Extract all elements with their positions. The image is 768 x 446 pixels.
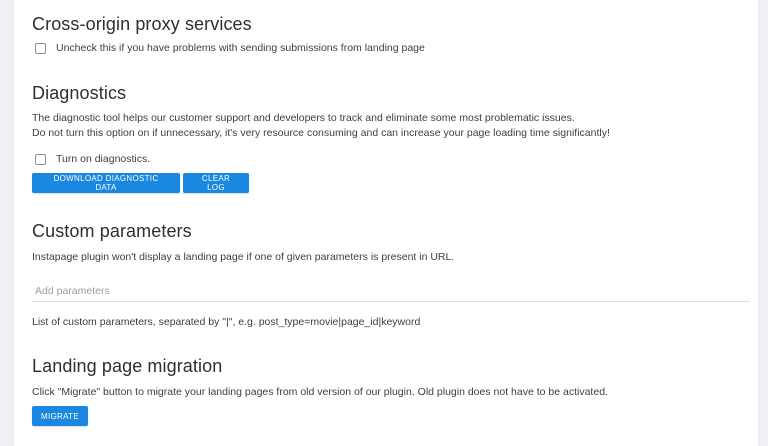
migration-section-title: Landing page migration	[32, 356, 223, 376]
custom-parameters-hint: List of custom parameters, separated by …	[32, 316, 421, 328]
settings-panel: Cross-origin proxy services Uncheck this…	[14, 0, 758, 446]
diagnostics-checkbox-row[interactable]: Turn on diagnostics.	[35, 153, 150, 165]
migrate-button[interactable]: Migrate	[32, 406, 88, 426]
proxy-checkbox-label: Uncheck this if you have problems with s…	[56, 42, 425, 54]
clear-log-button[interactable]: Clear log	[183, 173, 249, 193]
proxy-checkbox[interactable]	[35, 42, 46, 54]
custom-parameters-description: Instapage plugin won't display a landing…	[32, 251, 455, 263]
custom-parameters-section-title: Custom parameters	[32, 221, 192, 241]
diagnostics-description-line2: Do not turn this option on if unnecessar…	[32, 127, 610, 139]
proxy-checkbox-row[interactable]: Uncheck this if you have problems with s…	[35, 42, 425, 54]
download-diagnostic-data-button[interactable]: Download diagnostic data	[32, 173, 180, 193]
diagnostics-description-line1: The diagnostic tool helps our customer s…	[32, 112, 575, 124]
migration-description: Click "Migrate" button to migrate your l…	[32, 386, 608, 398]
custom-parameters-input[interactable]	[32, 281, 750, 302]
diagnostics-section-title: Diagnostics	[32, 83, 127, 103]
diagnostics-checkbox-label: Turn on diagnostics.	[56, 153, 151, 165]
proxy-section-title: Cross-origin proxy services	[32, 14, 252, 34]
diagnostics-checkbox[interactable]	[35, 153, 46, 165]
